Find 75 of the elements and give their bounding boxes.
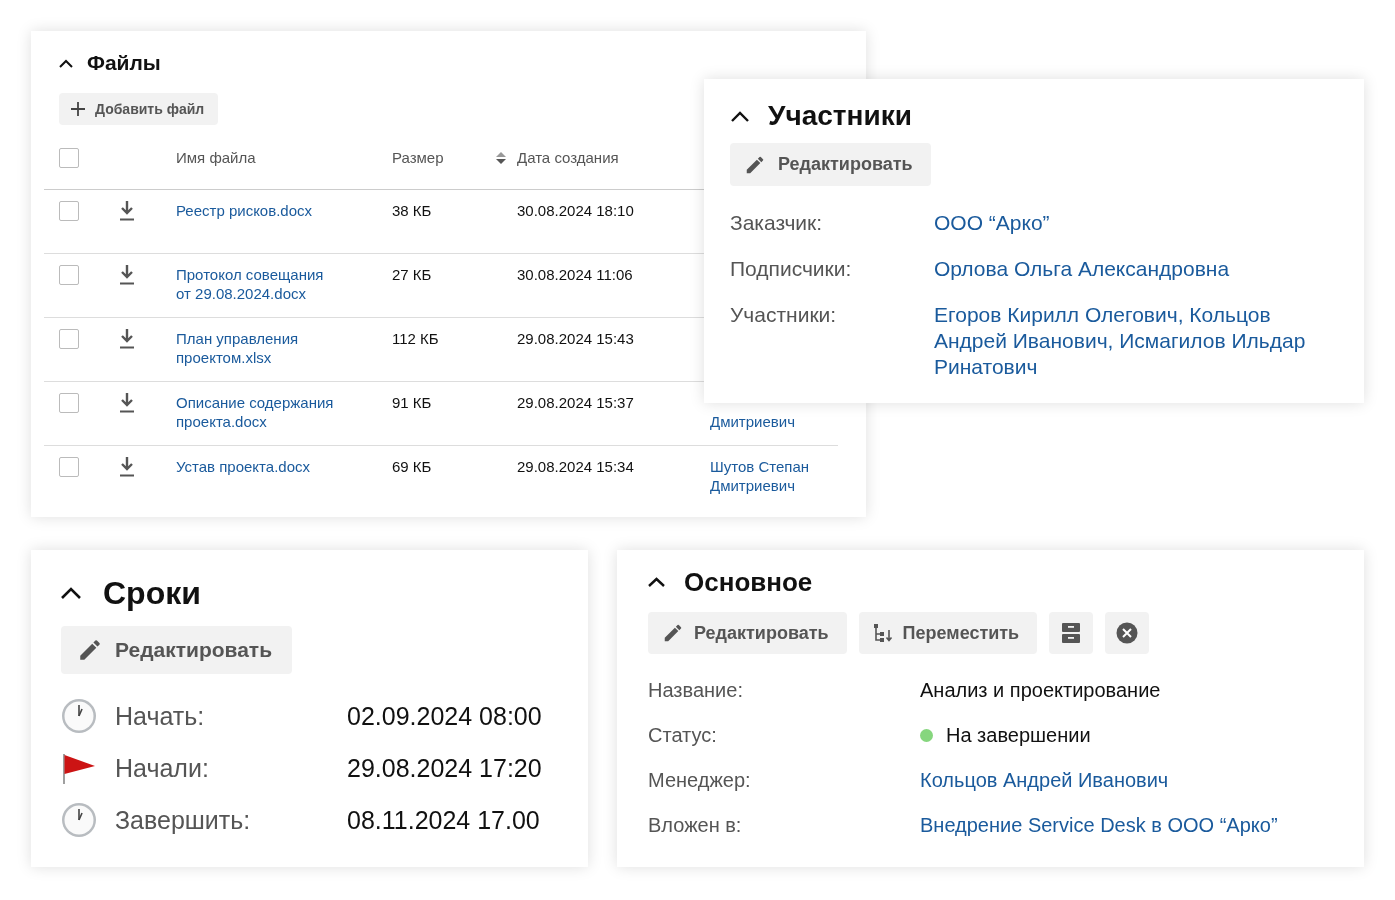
file-size: 27 КБ	[392, 266, 432, 283]
collapse-icon[interactable]	[61, 587, 81, 599]
field-label: Статус:	[648, 723, 718, 747]
row-checkbox[interactable]	[59, 265, 79, 285]
deadline-label: Начали:	[115, 753, 210, 783]
column-header[interactable]: Дата создания	[517, 148, 619, 167]
row-checkbox[interactable]	[59, 329, 79, 349]
download-icon[interactable]	[120, 265, 134, 285]
edit-button[interactable]: Редактировать	[730, 143, 931, 186]
card-title: Участники	[768, 100, 912, 132]
file-size: 91 КБ	[392, 394, 432, 411]
edit-button[interactable]: Редактировать	[648, 612, 847, 654]
file-link[interactable]: Устав проекта.docx	[176, 457, 338, 476]
file-link[interactable]: План управления проектом.xlsx	[176, 329, 338, 367]
cancel-button[interactable]	[1105, 612, 1150, 654]
field-label: Название:	[648, 678, 744, 702]
created-date: 29.08.2024 15:34	[517, 457, 634, 476]
deadline-value: 02.09.2024 08:00	[347, 701, 542, 731]
hierarchy-icon	[872, 623, 893, 643]
field-value-link[interactable]: ООО “Арко”	[934, 210, 1339, 236]
created-date: 30.08.2024 18:10	[517, 201, 634, 220]
field-label: Менеджер:	[648, 768, 752, 792]
download-icon[interactable]	[120, 201, 134, 221]
file-link[interactable]: Реестр рисков.docx	[176, 201, 338, 220]
field-label: Подписчики:	[730, 256, 853, 282]
archive-button[interactable]	[1049, 612, 1094, 654]
card-title: Файлы	[87, 51, 161, 75]
field-label: Заказчик:	[730, 210, 824, 236]
deadline-label: Начать:	[115, 701, 206, 731]
move-button[interactable]: Переместить	[858, 612, 1038, 654]
card-title: Основное	[684, 566, 813, 598]
created-date: 30.08.2024 11:06	[517, 265, 633, 284]
file-link[interactable]: Протокол совещания от 29.08.2024.docx	[176, 265, 338, 303]
field-value-link[interactable]: Егоров Кирилл Олегович, Кольцов Андрей Иванович, Исмагилов Ильдар Ринатович	[934, 302, 1339, 380]
add-file-button[interactable]: Добавить файл	[59, 93, 219, 125]
field-value-link[interactable]: Внедрение Service Desk в ООО “Арко”	[920, 813, 1344, 837]
file-link[interactable]: Описание содержания проекта.docx	[176, 393, 338, 431]
field-value-link[interactable]: Кольцов Андрей Иванович	[920, 768, 1344, 792]
field-value-link[interactable]: Орлова Ольга Александровна	[934, 256, 1339, 282]
download-icon[interactable]	[120, 393, 134, 413]
column-header[interactable]: Размер	[392, 149, 444, 166]
download-icon[interactable]	[120, 329, 134, 349]
status-value: На завершении	[946, 723, 1091, 747]
collapse-icon[interactable]	[59, 58, 73, 68]
card-title: Сроки	[103, 574, 201, 612]
created-date: 29.08.2024 15:37	[517, 393, 634, 412]
collapse-icon[interactable]	[731, 110, 749, 122]
deadline-value: 29.08.2024 17:20	[347, 753, 542, 783]
clock-icon	[61, 698, 97, 734]
edit-button[interactable]: Редактировать	[61, 626, 293, 674]
cabinet-icon	[1062, 623, 1081, 643]
pencil-icon	[77, 637, 103, 663]
author-link[interactable]: Дмитриевич	[710, 412, 838, 431]
row-checkbox[interactable]	[59, 393, 79, 413]
file-size: 38 КБ	[392, 202, 432, 219]
field-value: Анализ и проектирование	[920, 678, 1162, 702]
field-label: Вложен в:	[648, 813, 743, 837]
deadline-label: Завершить:	[115, 805, 252, 835]
download-icon[interactable]	[120, 457, 134, 477]
plus-icon	[71, 102, 85, 116]
author-link[interactable]: Шутов Степан Дмитриевич	[710, 457, 838, 495]
pencil-icon	[662, 622, 684, 644]
close-icon	[1116, 622, 1139, 644]
select-all-checkbox[interactable]	[59, 148, 79, 168]
file-size: 69 КБ	[392, 458, 432, 475]
field-label: Участники:	[730, 302, 838, 328]
row-checkbox[interactable]	[59, 201, 79, 221]
created-date: 29.08.2024 15:43	[517, 329, 634, 348]
collapse-icon[interactable]	[648, 577, 665, 587]
deadline-value: 08.11.2024 17.00	[347, 805, 540, 835]
clock-icon	[61, 802, 97, 838]
file-size: 112 КБ	[392, 330, 439, 347]
column-header[interactable]: Имя файла	[176, 149, 256, 166]
row-checkbox[interactable]	[59, 457, 79, 477]
sort-icon[interactable]	[496, 151, 506, 165]
